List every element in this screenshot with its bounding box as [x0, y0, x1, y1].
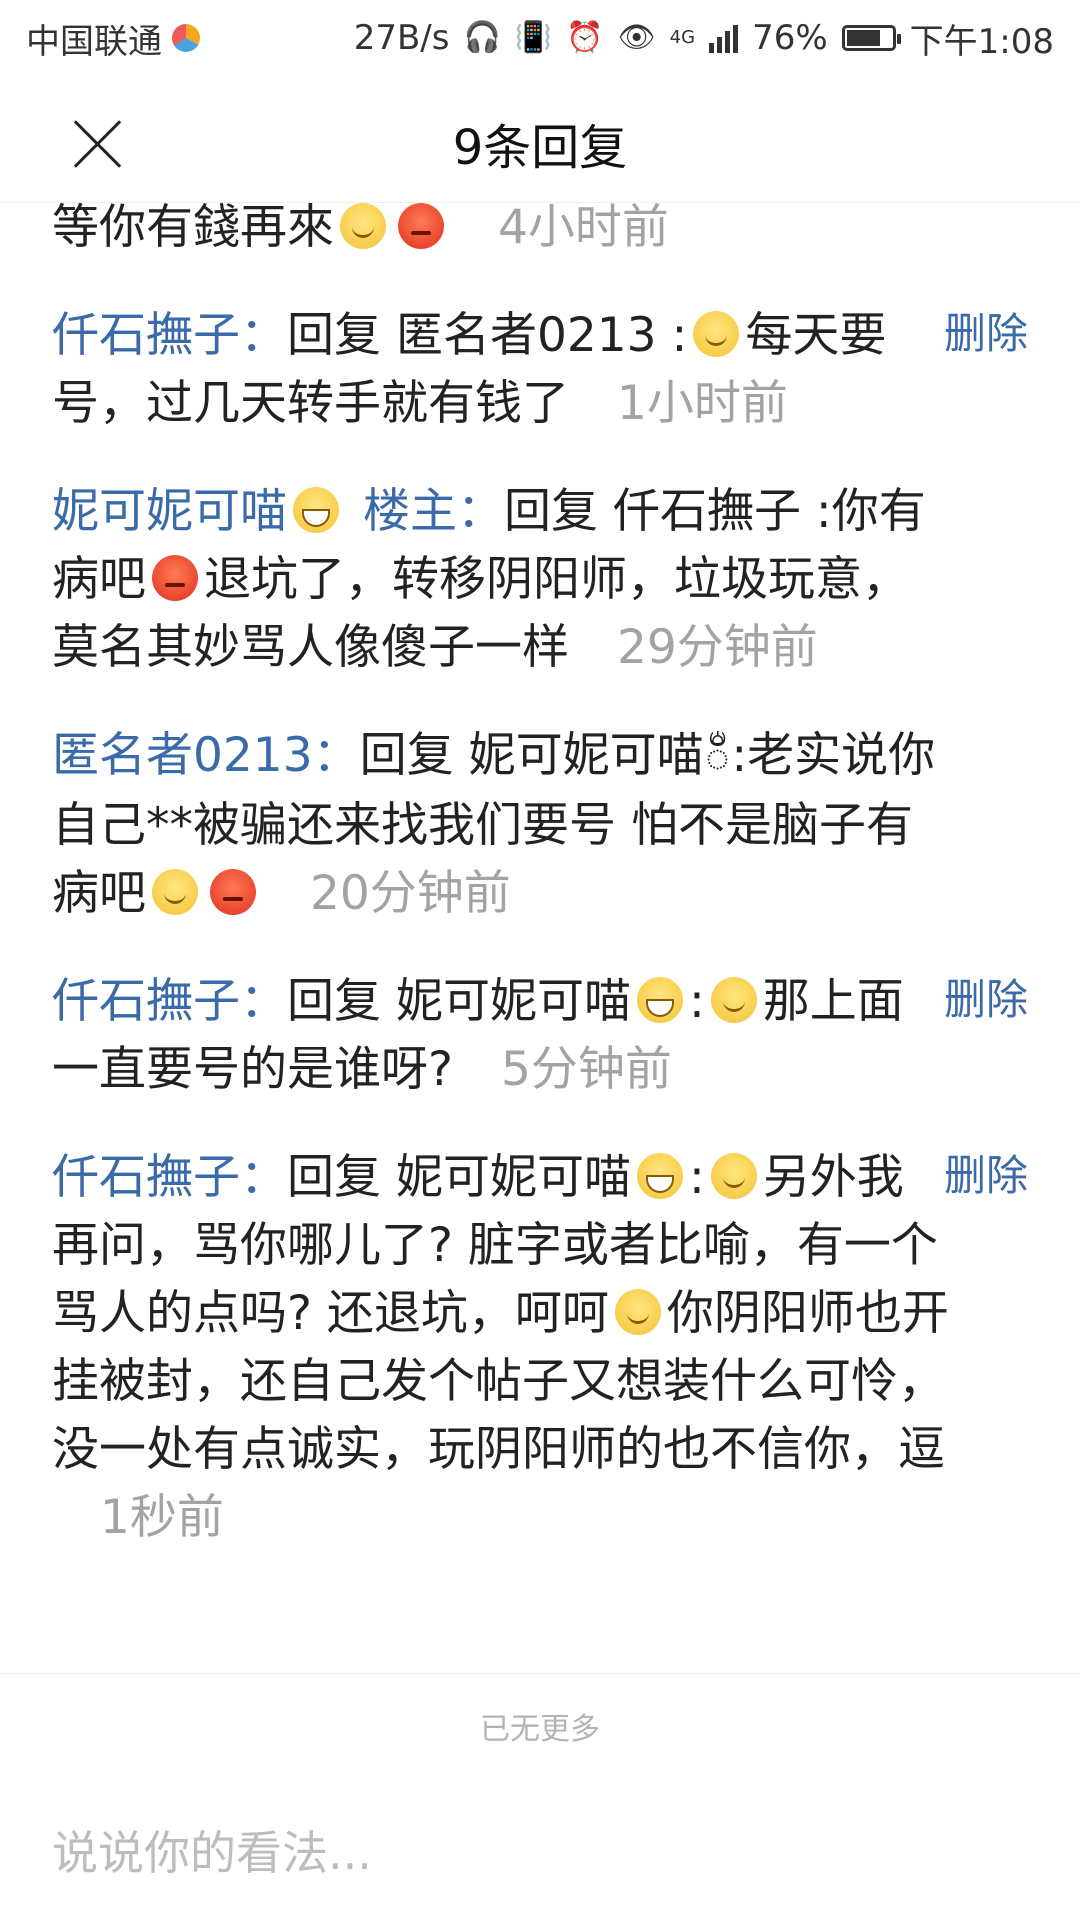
battery-percent: 76%	[752, 18, 828, 58]
delete-button[interactable]: 删除	[944, 1146, 1028, 1206]
reply-time: 29分钟前	[617, 620, 818, 675]
angry-emoji-icon	[210, 869, 256, 915]
reply-time: 20分钟前	[310, 866, 511, 921]
symbol-glyph: ᬁ	[705, 735, 730, 781]
reply-author-link[interactable]: 妮可妮可喵	[52, 484, 287, 539]
header: 9条回复	[0, 76, 1080, 203]
reply-time: 1秒前	[100, 1490, 224, 1545]
status-bar: 中国联通 27B/s 🎧 📳 ⏰ 👁 4G 76% 下午1:08	[0, 0, 1080, 76]
reply-item: 仟石撫子：回复 匿名者0213 : 每天要号，过几天转手就有钱了 1小时前 删除	[0, 302, 1080, 438]
reply-time: 1小时前	[617, 376, 788, 431]
page-title: 9条回复	[452, 120, 628, 176]
no-more-indicator: 已无更多	[0, 1673, 1080, 1787]
battery-icon	[841, 25, 901, 51]
delete-button[interactable]: 删除	[944, 304, 1028, 364]
battery-fill	[846, 30, 880, 46]
reply-to-name: 妮可妮可喵	[395, 1150, 631, 1205]
reply-item: 仟石撫子：回复 妮可妮可喵: 那上面一直要号的是谁呀? 5分钟前 删除	[0, 968, 1080, 1104]
vibrate-icon: 📳	[514, 20, 553, 55]
smile-emoji-icon	[340, 203, 386, 249]
smile-emoji-icon	[614, 1289, 661, 1335]
grin-emoji-icon	[293, 487, 339, 533]
comment-input[interactable]	[0, 1786, 1080, 1920]
grin-emoji-icon	[636, 1153, 683, 1199]
reply-prefix: 回复	[287, 308, 381, 363]
signal-icon	[709, 23, 739, 53]
reply-to-name: 匿名者0213 :	[395, 308, 688, 363]
angry-emoji-icon	[398, 203, 444, 249]
carrier-badge-icon	[172, 24, 200, 52]
alarm-icon: ⏰	[566, 20, 604, 55]
smile-emoji-icon	[152, 869, 198, 915]
delete-button[interactable]: 删除	[944, 970, 1028, 1030]
clock-time: 下午1:08	[909, 21, 1054, 62]
eye-icon: 👁	[617, 20, 656, 55]
smile-emoji-icon	[693, 311, 740, 357]
angry-emoji-icon	[152, 555, 198, 601]
reply-prefix: 回复	[287, 1150, 381, 1205]
status-bar-right: 27B/s 🎧 📳 ⏰ 👁 4G 76% 下午1:08	[354, 14, 1080, 63]
grin-emoji-icon	[636, 977, 683, 1023]
carrier-name: 中国联通	[26, 21, 162, 62]
reply-to-name: 妮可妮可喵	[468, 728, 704, 783]
reply-time: 4小时前	[498, 200, 669, 255]
reply-item: 匿名者0213：回复 妮可妮可喵ᬁ:老实说你自己**被骗还来找我们要号 怕不是脑…	[0, 722, 1080, 928]
reply-time: 5分钟前	[500, 1042, 672, 1097]
reply-item: 等你有錢再來 4小时前	[0, 194, 1080, 262]
reply-to-name: 妮可妮可喵	[395, 974, 631, 1029]
headphones-icon: 🎧	[463, 20, 501, 55]
network-speed: 27B/s	[353, 18, 450, 58]
reply-text: 等你有錢再來	[52, 200, 334, 255]
reply-item: 仟石撫子：回复 妮可妮可喵: 另外我再问，骂你哪儿了? 脏字或者比喻，有一个骂人的…	[0, 1144, 1080, 1552]
smile-emoji-icon	[710, 977, 757, 1023]
reply-author-link[interactable]: 仟石撫子：	[52, 1150, 287, 1205]
reply-author-link[interactable]: 仟石撫子：	[52, 974, 287, 1029]
reply-prefix: 回复	[504, 484, 598, 539]
reply-to-separator: :	[688, 1150, 705, 1205]
reply-author-link[interactable]: 仟石撫子：	[52, 308, 287, 363]
reply-author-link[interactable]: 匿名者0213：	[52, 728, 360, 783]
reply-prefix: 回复	[359, 728, 454, 783]
reply-to-separator: :	[688, 974, 705, 1029]
smile-emoji-icon	[710, 1153, 757, 1199]
floor-owner-badge: 楼主：	[363, 484, 504, 539]
status-bar-left: 中国联通	[0, 14, 200, 63]
reply-prefix: 回复	[287, 974, 381, 1029]
reply-item: 妮可妮可喵 楼主：回复 仟石撫子 :你有病吧 退坑了，转移阴阳师，垃圾玩意，莫名其妙…	[0, 478, 1080, 682]
reply-list: 等你有錢再來 4小时前 仟石撫子：回复 匿名者0213 : 每天要号，过几天转手就有…	[0, 200, 1080, 1552]
network-type-label: 4G	[669, 27, 696, 48]
